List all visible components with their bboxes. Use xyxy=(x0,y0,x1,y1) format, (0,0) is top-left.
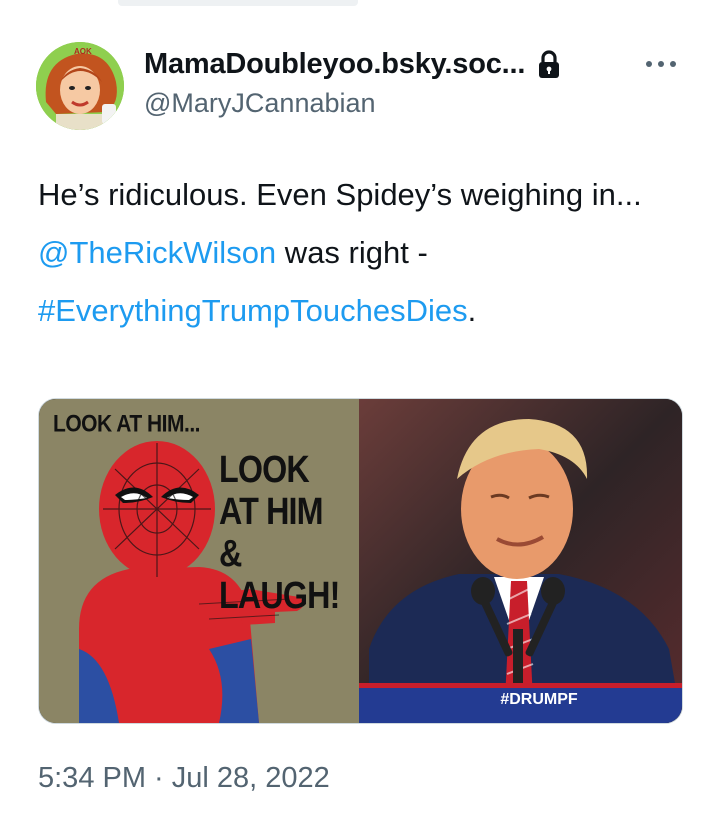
tweet-timestamp[interactable]: 5:34 PM · Jul 28, 2022 xyxy=(38,762,330,795)
handle[interactable]: @MaryJCannabian xyxy=(144,88,376,119)
author-name-row: MamaDoubleyoo.bsky.soc... xyxy=(144,42,561,86)
meme-banner-text: #DRUMPF xyxy=(500,691,578,708)
lock-icon xyxy=(537,49,561,79)
hashtag-link[interactable]: #EverythingTrumpTouchesDies xyxy=(38,293,468,328)
meme-caption-main: LOOK AT HIM & LAUGH! xyxy=(219,449,340,617)
meme-illustration xyxy=(39,399,682,723)
tweet-text-part-2: was right - xyxy=(276,235,428,270)
top-divider xyxy=(118,0,358,6)
meme-caption-top: LOOK AT HIM... xyxy=(53,411,200,438)
avatar-image: AOK xyxy=(36,42,124,130)
tweet-text-part-3: . xyxy=(467,293,477,328)
tweet-media-image[interactable]: LOOK AT HIM... LOOK AT HIM & LAUGH! #DRU… xyxy=(38,398,683,724)
mention-link[interactable]: @TheRickWilson xyxy=(38,235,276,270)
avatar-badge: AOK xyxy=(74,47,92,56)
more-icon[interactable] xyxy=(639,54,683,74)
tweet-text: He’s ridiculous. Even Spidey’s weighing … xyxy=(38,166,688,340)
display-name[interactable]: MamaDoubleyoo.bsky.soc... xyxy=(144,48,525,81)
tweet-text-part-1: He’s ridiculous. Even Spidey’s weighing … xyxy=(38,177,642,212)
avatar[interactable]: AOK xyxy=(36,42,124,130)
